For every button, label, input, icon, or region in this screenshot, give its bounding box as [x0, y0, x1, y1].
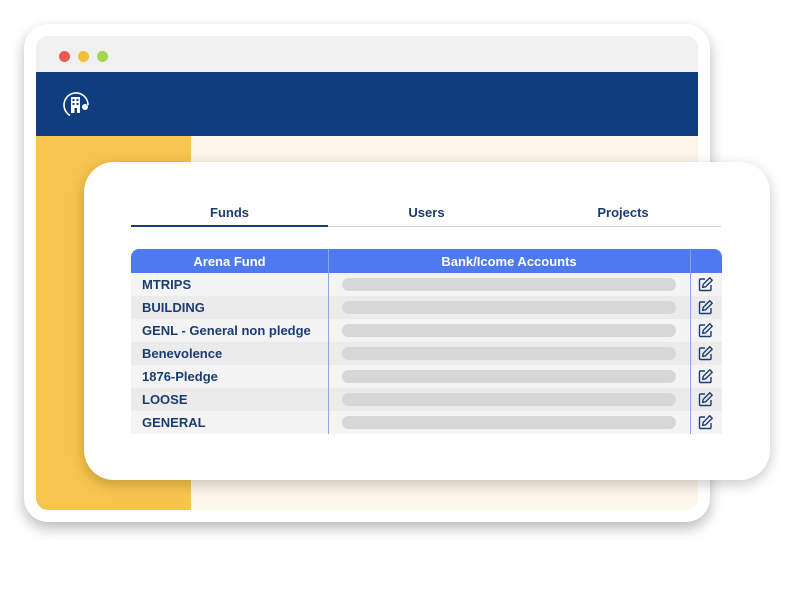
table-row: GENL - General non pledge [131, 319, 722, 342]
bank-account-placeholder [342, 301, 676, 314]
fund-name: MTRIPS [142, 277, 192, 292]
column-header-arena-fund: Arena Fund [193, 254, 266, 269]
table-row: Benevolence [131, 342, 722, 365]
table-row: BUILDING [131, 296, 722, 319]
column-divider [690, 249, 691, 273]
table-row: GENERAL [131, 411, 722, 434]
fund-name: 1876-Pledge [142, 369, 218, 384]
settings-card: Funds Users Projects Arena Fund Bank/Ico… [84, 162, 770, 480]
bank-account-placeholder [342, 324, 676, 337]
table-header: Arena Fund Bank/Icome Accounts [131, 249, 722, 273]
edit-icon[interactable] [697, 391, 714, 408]
table-row: LOOSE [131, 388, 722, 411]
column-divider [328, 249, 329, 273]
column-header-bank-accounts: Bank/Icome Accounts [441, 254, 577, 269]
fund-name: GENERAL [142, 415, 206, 430]
bank-account-placeholder [342, 370, 676, 383]
table-body: MTRIPS BUILDING GENL - General non pledg… [131, 273, 722, 434]
column-divider [690, 273, 691, 434]
edit-icon[interactable] [697, 322, 714, 339]
column-divider [328, 273, 329, 434]
fund-name: LOOSE [142, 392, 188, 407]
edit-icon[interactable] [697, 368, 714, 385]
fund-name: BUILDING [142, 300, 205, 315]
tab-funds[interactable]: Funds [131, 199, 328, 227]
fund-name: GENL - General non pledge [142, 323, 311, 338]
tab-projects[interactable]: Projects [525, 199, 721, 227]
table-row: 1876-Pledge [131, 365, 722, 388]
table-row: MTRIPS [131, 273, 722, 296]
bank-account-placeholder [342, 416, 676, 429]
edit-icon[interactable] [697, 276, 714, 293]
funds-table: Arena Fund Bank/Icome Accounts MTRIPS BU… [131, 249, 722, 434]
app-header [36, 72, 698, 136]
bank-account-placeholder [342, 347, 676, 360]
tab-users[interactable]: Users [328, 199, 525, 227]
tab-bar: Funds Users Projects [131, 199, 721, 227]
building-logo-icon[interactable] [62, 90, 92, 120]
edit-icon[interactable] [697, 414, 714, 431]
minimize-window-button[interactable] [78, 51, 89, 62]
browser-titlebar [36, 36, 698, 72]
bank-account-placeholder [342, 393, 676, 406]
edit-icon[interactable] [697, 345, 714, 362]
close-window-button[interactable] [59, 51, 70, 62]
fund-name: Benevolence [142, 346, 223, 361]
bank-account-placeholder [342, 278, 676, 291]
edit-icon[interactable] [697, 299, 714, 316]
maximize-window-button[interactable] [97, 51, 108, 62]
